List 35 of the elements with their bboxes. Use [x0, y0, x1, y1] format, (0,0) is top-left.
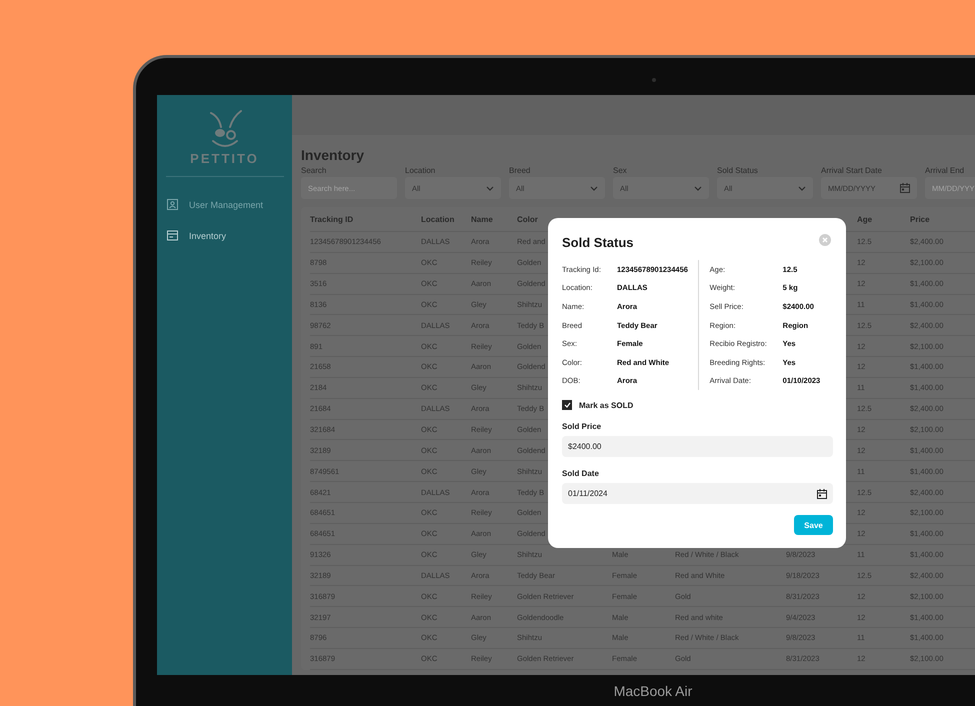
column-header: Location — [421, 214, 454, 224]
filter-label: Arrival End — [925, 165, 966, 177]
chevron-down-icon — [590, 186, 598, 190]
camera-dot — [652, 78, 656, 82]
save-button[interactable]: Save — [794, 515, 833, 536]
calendar-icon — [817, 488, 827, 499]
dialog-title: Sold Status — [562, 235, 634, 250]
filter-label: Sold Status — [717, 165, 759, 177]
filter-label: Location — [405, 165, 436, 177]
column-header: Name — [471, 214, 493, 224]
filter-label: Sex — [613, 165, 628, 177]
filter-label: Breed — [509, 165, 532, 177]
checkbox[interactable] — [562, 400, 572, 410]
filter-label: Arrival Start Date — [821, 165, 883, 177]
checkbox-label: Mark as SOLD — [579, 400, 634, 410]
field-label: Sold Price — [562, 422, 602, 434]
column-header: Price — [910, 214, 930, 224]
device-label: MacBook Air — [614, 682, 692, 698]
logo-text: PETTITO — [190, 151, 259, 166]
chevron-down-icon — [798, 186, 806, 190]
sidebar-item[interactable]: Inventory — [157, 220, 292, 251]
chevron-down-icon — [694, 186, 702, 190]
calendar-icon — [900, 183, 910, 193]
chevron-down-icon — [486, 186, 494, 190]
column-header: Age — [857, 214, 872, 224]
date-field[interactable]: 01/11/2024 — [562, 483, 833, 504]
page-title: Inventory — [301, 147, 366, 165]
sidebar-item[interactable]: User Management — [157, 189, 292, 220]
input-field[interactable]: $2400.00 — [562, 436, 833, 458]
column-header: Tracking ID — [310, 214, 354, 224]
column-header: Color — [517, 214, 538, 224]
card-icon — [167, 230, 178, 241]
filter-label: Search — [301, 165, 328, 177]
field-label: Sold Date — [562, 469, 600, 480]
user-card-icon — [167, 199, 178, 210]
